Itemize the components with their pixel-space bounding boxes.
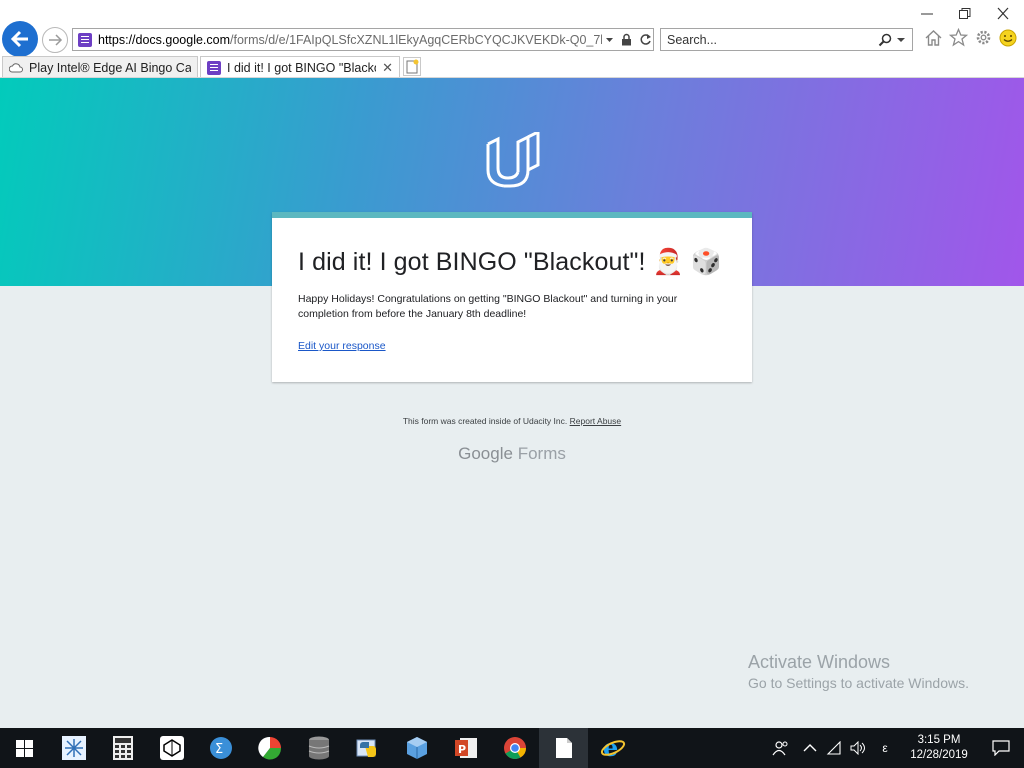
- chevron-up-icon: [803, 744, 817, 752]
- tab-bingo-card[interactable]: Play Intel® Edge AI Bingo Car...: [2, 56, 198, 78]
- taskbar-app-math[interactable]: Σ: [196, 728, 245, 768]
- forms-wordmark: Forms: [517, 444, 566, 463]
- search-icon[interactable]: [878, 33, 892, 47]
- window-controls: [920, 4, 1010, 24]
- volume-button[interactable]: [846, 741, 870, 755]
- database-icon: [308, 736, 329, 760]
- clock-time: 3:15 PM: [917, 734, 961, 746]
- notification-icon: [992, 740, 1010, 756]
- input-language-button[interactable]: ε: [870, 741, 900, 755]
- close-icon[interactable]: [996, 4, 1010, 24]
- watermark-subtitle: Go to Settings to activate Windows.: [748, 675, 969, 691]
- search-box[interactable]: Search...: [660, 28, 913, 51]
- taskbar-app-notepad[interactable]: [539, 728, 588, 768]
- internet-explorer-icon: e: [600, 735, 625, 761]
- url-text[interactable]: https://docs.google.com/forms/d/e/1FAIpQ…: [98, 33, 602, 47]
- start-button[interactable]: [0, 728, 49, 768]
- restore-icon[interactable]: [958, 4, 972, 24]
- taskbar-app-database[interactable]: [294, 728, 343, 768]
- taskbar: Σ P e ε 3:15 PM 12/28/2019: [0, 728, 1024, 768]
- back-button[interactable]: [2, 21, 38, 57]
- arrow-right-icon: [49, 34, 63, 46]
- system-tray: ε 3:15 PM 12/28/2019: [764, 728, 1024, 768]
- wifi-icon: [826, 741, 841, 755]
- powerpoint-icon: P: [454, 738, 477, 758]
- taskbar-app-chart[interactable]: [245, 728, 294, 768]
- search-dropdown-icon[interactable]: [896, 35, 906, 45]
- taskbar-app-powerpoint[interactable]: P: [441, 728, 490, 768]
- network-button[interactable]: [822, 741, 846, 755]
- google-forms-logo[interactable]: Google Forms: [0, 444, 1024, 464]
- show-hidden-icons-button[interactable]: [798, 743, 822, 753]
- form-footer: This form was created inside of Udacity …: [0, 416, 1024, 426]
- arrow-left-icon: [10, 30, 28, 48]
- new-tab-icon: [406, 59, 419, 74]
- python-icon: [356, 739, 376, 757]
- udacity-logo-icon: [486, 132, 540, 188]
- document-icon: [555, 738, 572, 758]
- tab-bar: Play Intel® Edge AI Bingo Car... I did i…: [0, 56, 1024, 78]
- google-wordmark: Google: [458, 444, 513, 463]
- codepen-icon: [159, 736, 184, 760]
- cloud-icon: [9, 62, 23, 72]
- smiley-feedback-icon[interactable]: [999, 29, 1017, 47]
- forms-favicon-icon: [207, 60, 221, 75]
- new-tab-button[interactable]: [403, 57, 421, 76]
- report-abuse-link[interactable]: Report Abuse: [570, 416, 622, 426]
- close-tab-icon[interactable]: ✕: [382, 60, 393, 76]
- taskbar-app-internet-explorer[interactable]: e: [588, 728, 637, 768]
- tab-bingo-form[interactable]: I did it! I got BINGO "Blacko... ✕: [200, 56, 400, 78]
- svg-text:Σ: Σ: [215, 742, 223, 757]
- svg-text:P: P: [458, 743, 466, 756]
- forward-button[interactable]: [42, 27, 68, 53]
- refresh-icon[interactable]: [639, 33, 652, 46]
- page-content: I did it! I got BINGO "Blackout"! 🎅 🎲 Ha…: [0, 78, 1024, 728]
- windows-logo-icon: [16, 739, 33, 757]
- taskbar-app-3d[interactable]: [392, 728, 441, 768]
- calculator-icon: [112, 736, 133, 760]
- speaker-icon: [850, 741, 865, 755]
- chrome-icon: [503, 737, 526, 759]
- confirmation-card: I did it! I got BINGO "Blackout"! 🎅 🎲 Ha…: [272, 212, 752, 382]
- taskbar-app-snowflake[interactable]: [49, 728, 98, 768]
- snowflake-app-icon: [61, 736, 86, 760]
- gear-icon[interactable]: [974, 28, 993, 47]
- dropdown-icon[interactable]: [605, 35, 614, 44]
- confirmation-message: Happy Holidays! Congratulations on getti…: [298, 293, 678, 320]
- search-placeholder: Search...: [667, 32, 718, 47]
- sigma-icon: Σ: [209, 737, 232, 759]
- taskbar-app-chrome[interactable]: [490, 728, 539, 768]
- url-domain: https://docs.google.com: [98, 32, 231, 47]
- tab-label: Play Intel® Edge AI Bingo Car...: [29, 60, 191, 75]
- form-title: I did it! I got BINGO "Blackout"! 🎅 🎲: [298, 248, 723, 276]
- clock[interactable]: 3:15 PM 12/28/2019: [900, 733, 978, 763]
- browser-chrome: https://docs.google.com/forms/d/e/1FAIpQ…: [0, 0, 1024, 78]
- url-path: /forms/d/e/1FAIpQLSfcXZNL1lEkyAgqCERbCYQ…: [230, 32, 602, 47]
- minimize-icon[interactable]: [920, 4, 934, 24]
- watermark-title: Activate Windows: [748, 652, 891, 672]
- edit-response-link[interactable]: Edit your response: [298, 340, 386, 352]
- action-center-button[interactable]: [978, 740, 1024, 756]
- cube-icon: [406, 737, 427, 759]
- tab-label: I did it! I got BINGO "Blacko...: [227, 60, 377, 75]
- forms-favicon-icon: [78, 32, 92, 47]
- pie-chart-app-icon: [257, 736, 281, 760]
- people-icon: [772, 741, 788, 756]
- people-button[interactable]: [764, 740, 798, 756]
- home-icon[interactable]: [924, 28, 943, 47]
- taskbar-app-calculator[interactable]: [98, 728, 147, 768]
- taskbar-app-codepen[interactable]: [147, 728, 196, 768]
- lock-icon[interactable]: [621, 33, 632, 46]
- address-bar[interactable]: https://docs.google.com/forms/d/e/1FAIpQ…: [72, 28, 654, 51]
- activate-windows-watermark: Activate Windows Go to Settings to activ…: [748, 652, 969, 691]
- favorites-star-icon[interactable]: [949, 28, 968, 47]
- footer-text: This form was created inside of Udacity …: [402, 416, 568, 426]
- clock-date: 12/28/2019: [910, 749, 968, 761]
- taskbar-app-python[interactable]: [343, 728, 392, 768]
- toolbar-icons: [924, 28, 1017, 47]
